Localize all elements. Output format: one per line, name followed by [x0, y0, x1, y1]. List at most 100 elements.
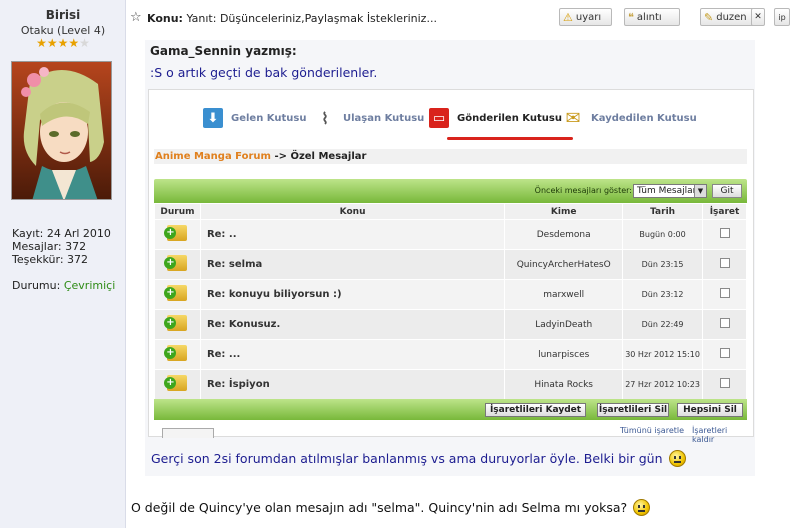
ip-button[interactable]: ip [774, 8, 790, 26]
message-filter-bar: Önceki mesajları göster: Tüm Mesajlar ▼ … [154, 179, 747, 203]
table-row: + Re: İspiyon Hinata Rocks 27 Hzr 2012 1… [154, 369, 747, 400]
message-subject[interactable]: Re: Konusuz. [199, 309, 506, 340]
envelope-icon: ✉ [565, 107, 581, 129]
paperclip-icon: ⌇ [321, 108, 329, 128]
subject-label: Konu: [147, 12, 183, 25]
col-kime[interactable]: Kime [504, 203, 624, 220]
filter-select[interactable]: Tüm Mesajlar ▼ [633, 184, 707, 198]
row-checkbox[interactable] [719, 228, 730, 238]
post-header: ☆ Konu: Yanıt: Düşünceleriniz,Paylaşmak … [127, 6, 797, 28]
user-stats: Kayıt: 24 Arl 2010 Mesajlar: 372 Teşekkü… [12, 227, 111, 266]
ip-label: ip [778, 12, 786, 22]
col-isaret: İşaret [702, 203, 747, 220]
chevron-down-icon: ▼ [694, 185, 706, 197]
go-button[interactable]: Git [712, 184, 742, 198]
tab-inbox-label: Gelen Kutusu [231, 112, 307, 124]
message-subject[interactable]: Re: selma [199, 249, 506, 280]
breadcrumb-forum-link[interactable]: Anime Manga Forum [155, 151, 271, 162]
col-durum: Durum [154, 203, 201, 220]
row-checkbox[interactable] [719, 378, 730, 388]
filter-label: Önceki mesajları göster: [534, 186, 632, 195]
rank-stars: ★★★★★ [0, 36, 126, 50]
folder-new-icon: + [164, 285, 188, 301]
star-outline-icon: ☆ [130, 10, 142, 25]
username[interactable]: Birisi [0, 8, 126, 22]
folder-new-icon: + [164, 255, 188, 271]
save-marked-button[interactable]: İşaretlileri Kaydet [485, 403, 586, 417]
unmark-link[interactable]: İşaretleri kaldır [692, 426, 747, 444]
edit-label: duzen [716, 11, 747, 23]
mark-all-link[interactable]: Tümünü işaretle [620, 426, 684, 435]
star-icon: ★ [68, 36, 80, 50]
star-icon: ★ [46, 36, 58, 50]
mark-links: Tümünü işaretle İşaretleri kaldır [154, 424, 747, 444]
post-text: O değil de Quincy'ye olan mesajın adı "s… [131, 500, 628, 515]
message-date: Dün 22:49 [622, 309, 703, 340]
smiley-icon [633, 499, 651, 516]
smiley-icon [668, 450, 686, 467]
warn-label: uyarı [575, 11, 602, 23]
folder-new-icon: + [164, 375, 188, 391]
post-subject: Konu: Yanıt: Düşünceleriniz,Paylaşmak İs… [147, 12, 437, 25]
breadcrumb-separator: -> [274, 151, 287, 162]
row-checkbox[interactable] [719, 288, 730, 298]
col-konu[interactable]: Konu [199, 203, 506, 220]
message-recipient[interactable]: QuincyArcherHatesO [504, 249, 624, 280]
message-date: 27 Hzr 2012 10:23 [622, 369, 703, 400]
col-tarih[interactable]: Tarih [622, 203, 703, 220]
message-recipient[interactable]: LadyinDeath [504, 309, 624, 340]
folder-new-icon: + [164, 345, 188, 361]
user-status: Durumu: Çevrimiçi [12, 279, 115, 292]
dropdown-stub [162, 428, 214, 438]
row-checkbox[interactable] [719, 348, 730, 358]
mailbox-tabs: ⬇ Gelen Kutusu ⌇ Ulaşan Kutusu ▭ Gönderilen… [149, 90, 753, 144]
quote-text-top: :S o artık geçti de bak gönderilenler. [150, 65, 378, 80]
table-row: + Re: .. Desdemona Bugün 0:00 [154, 219, 747, 250]
embedded-inbox-screenshot: ⬇ Gelen Kutusu ⌇ Ulaşan Kutusu ▭ Gönderilen… [148, 89, 754, 444]
warn-button[interactable]: ⚠ uyarı [559, 8, 612, 26]
message-subject[interactable]: Re: İspiyon [199, 369, 506, 400]
tab-saved[interactable]: ✉ Kaydedilen Kutusu [563, 107, 697, 129]
table-row: + Re: Konusuz. LadyinDeath Dün 22:49 [154, 309, 747, 340]
close-icon: ✕ [754, 12, 762, 22]
message-recipient[interactable]: lunarpisces [504, 339, 624, 370]
tab-sent-label: Gönderilen Kutusu [457, 112, 562, 124]
tab-sent[interactable]: ▭ Gönderilen Kutusu [429, 108, 562, 128]
tab-saved-label: Kaydedilen Kutusu [591, 112, 697, 124]
message-recipient[interactable]: Desdemona [504, 219, 624, 250]
message-recipient[interactable]: Hinata Rocks [504, 369, 624, 400]
star-icon: ★ [36, 36, 47, 50]
row-checkbox[interactable] [719, 258, 730, 268]
quote-author: Gama_Sennin yazmış: [150, 44, 297, 58]
quote-button[interactable]: ❝ alıntı [624, 8, 680, 26]
message-date: Bugün 0:00 [622, 219, 703, 250]
message-subject[interactable]: Re: ... [199, 339, 506, 370]
table-row: + Re: selma QuincyArcherHatesO Dün 23:15 [154, 249, 747, 280]
quote-icon: ❝ [628, 10, 634, 24]
filter-select-value: Tüm Mesajlar [637, 186, 697, 196]
join-date: Kayıt: 24 Arl 2010 [12, 227, 111, 240]
message-recipient[interactable]: marxwell [504, 279, 624, 310]
tab-delivered[interactable]: ⌇ Ulaşan Kutusu [315, 108, 424, 128]
message-date: Dün 23:12 [622, 279, 703, 310]
message-actions-bar: İşaretlileri Kaydet İşaretlileri Sil Hep… [154, 399, 747, 420]
breadcrumb: Anime Manga Forum -> Özel Mesajlar [154, 149, 747, 164]
quote-text-bottom: Gerçi son 2si forumdan atılmışlar banlan… [151, 450, 686, 467]
thanks-count: Teşekkür: 372 [12, 253, 89, 266]
avatar [11, 61, 112, 200]
status-label: Durumu: [12, 279, 61, 292]
delete-post-button[interactable]: ✕ [751, 8, 765, 26]
delete-all-button[interactable]: Hepsini Sil [677, 403, 743, 417]
message-subject[interactable]: Re: konuyu biliyorsun :) [199, 279, 506, 310]
inbox-arrow-icon: ⬇ [203, 108, 223, 128]
star-empty-icon: ★ [79, 36, 90, 50]
tab-inbox[interactable]: ⬇ Gelen Kutusu [203, 108, 306, 128]
subject-title: Yanıt: Düşünceleriniz,Paylaşmak İstekler… [186, 12, 437, 25]
post-body: O değil de Quincy'ye olan mesajın adı "s… [131, 499, 651, 516]
tab-delivered-label: Ulaşan Kutusu [343, 112, 425, 124]
delete-marked-button[interactable]: İşaretlileri Sil [597, 403, 669, 417]
row-checkbox[interactable] [719, 318, 730, 328]
warning-icon: ⚠ [563, 10, 573, 24]
user-panel: Birisi Otaku (Level 4) ★★★★★ Kayıt: 24 A… [0, 0, 126, 528]
message-subject[interactable]: Re: .. [199, 219, 506, 250]
